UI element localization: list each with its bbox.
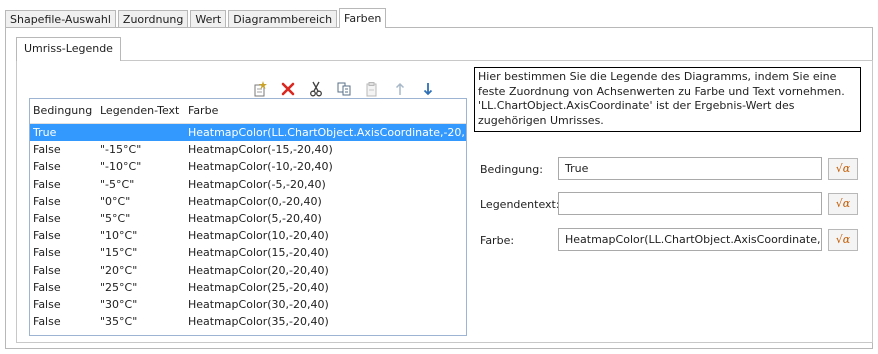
cell-bedingung: False — [33, 263, 61, 277]
cell-bedingung: False — [33, 229, 61, 243]
tab-wert[interactable]: Wert — [190, 10, 227, 27]
cell-legenden-text: "15°C" — [100, 246, 138, 260]
tab-diagrammbereich[interactable]: Diagrammbereich — [228, 10, 338, 27]
cell-farbe: HeatmapColor(5,-20,40) — [188, 211, 322, 225]
tab-shapefile-auswahl[interactable]: Shapefile-Auswahl — [5, 10, 116, 27]
new-item-icon[interactable] — [246, 78, 274, 100]
cell-bedingung: False — [33, 177, 61, 191]
cell-farbe: HeatmapColor(25,-20,40) — [188, 280, 329, 294]
cell-farbe: HeatmapColor(0,-20,40) — [188, 194, 322, 208]
cell-legenden-text: "35°C" — [100, 315, 138, 329]
paste-icon[interactable] — [358, 78, 386, 100]
cell-bedingung: True — [33, 126, 57, 139]
tab-farben[interactable]: Farben — [339, 8, 387, 28]
delete-icon[interactable] — [274, 78, 302, 100]
list-toolbar — [246, 78, 442, 100]
cell-legenden-text: "10°C" — [100, 229, 138, 243]
cell-legenden-text: "30°C" — [100, 297, 138, 311]
header-farbe[interactable]: Farbe — [185, 99, 465, 123]
cell-farbe: HeatmapColor(-10,-20,40) — [188, 160, 333, 174]
table-row[interactable]: False "5°C" HeatmapColor(5,-20,40) — [30, 210, 466, 227]
main-tab-bar: Shapefile-Auswahl Zuordnung Wert Diagram… — [5, 8, 388, 28]
cell-farbe: HeatmapColor(-5,-20,40) — [188, 177, 326, 191]
table-row[interactable]: False "15°C" HeatmapColor(15,-20,40) — [30, 244, 466, 261]
cell-farbe: HeatmapColor(35,-20,40) — [188, 315, 329, 329]
table-row[interactable]: False "10°C" HeatmapColor(10,-20,40) — [30, 227, 466, 244]
table-row[interactable]: False "20°C" HeatmapColor(20,-20,40) — [30, 262, 466, 279]
cell-bedingung: False — [33, 297, 61, 311]
cell-bedingung: False — [33, 211, 61, 225]
legendentext-label: Legendentext: — [480, 198, 560, 211]
list-rows: True HeatmapColor(LL.ChartObject.AxisCoor… — [30, 124, 466, 330]
cut-icon[interactable] — [302, 78, 330, 100]
cell-legenden-text: "25°C" — [100, 280, 138, 294]
cell-legenden-text: "5°C" — [100, 211, 131, 225]
legendentext-input[interactable] — [558, 192, 822, 215]
cell-bedingung: False — [33, 315, 61, 329]
bedingung-input[interactable]: True — [558, 157, 822, 180]
cell-bedingung: False — [33, 280, 61, 294]
legendentext-formula-button[interactable]: √α — [828, 193, 858, 215]
header-legenden-text[interactable]: Legenden-Text — [97, 99, 185, 123]
header-bedingung[interactable]: Bedingung — [30, 99, 97, 123]
table-row[interactable]: False "25°C" HeatmapColor(25,-20,40) — [30, 279, 466, 296]
farbe-formula-button[interactable]: √α — [828, 229, 858, 251]
table-row[interactable]: False "35°C" HeatmapColor(35,-20,40) — [30, 313, 466, 330]
cell-farbe: HeatmapColor(LL.ChartObject.AxisCoordina… — [188, 126, 465, 139]
cell-legenden-text: "0°C" — [100, 194, 131, 208]
cell-farbe: HeatmapColor(10,-20,40) — [188, 229, 329, 243]
table-row[interactable]: False "-10°C" HeatmapColor(-10,-20,40) — [30, 158, 466, 175]
info-text-box: Hier bestimmen Sie die Legende des Diagr… — [474, 67, 861, 132]
farbe-input[interactable]: HeatmapColor(LL.ChartObject.AxisCoordina… — [558, 228, 822, 251]
cell-legenden-text: "20°C" — [100, 263, 138, 277]
move-down-icon[interactable] — [414, 78, 442, 100]
cell-legenden-text — [97, 124, 185, 141]
cell-bedingung: False — [33, 143, 61, 157]
move-up-icon[interactable] — [386, 78, 414, 100]
tab-zuordnung[interactable]: Zuordnung — [117, 10, 189, 27]
list-header: Bedingung Legenden-Text Farbe — [30, 99, 466, 124]
table-row[interactable]: False "-15°C" HeatmapColor(-15,-20,40) — [30, 141, 466, 158]
cell-legenden-text: "-5°C" — [100, 177, 135, 191]
cell-bedingung: False — [33, 194, 61, 208]
bedingung-formula-button[interactable]: √α — [828, 158, 858, 180]
cell-farbe: HeatmapColor(-15,-20,40) — [188, 143, 333, 157]
table-row[interactable]: True HeatmapColor(LL.ChartObject.AxisCoor… — [30, 124, 466, 142]
cell-legenden-text: "-10°C" — [100, 160, 142, 174]
cell-farbe: HeatmapColor(30,-20,40) — [188, 297, 329, 311]
cell-legenden-text: "-15°C" — [100, 143, 142, 157]
bedingung-label: Bedingung: — [480, 163, 543, 176]
cell-farbe: HeatmapColor(20,-20,40) — [188, 263, 329, 277]
cell-farbe: HeatmapColor(15,-20,40) — [188, 246, 329, 260]
legend-list[interactable]: Bedingung Legenden-Text Farbe True Heatma… — [29, 98, 467, 336]
copy-icon[interactable] — [330, 78, 358, 100]
farbe-label: Farbe: — [480, 234, 515, 247]
tab-umriss-legende[interactable]: Umriss-Legende — [16, 37, 121, 61]
cell-bedingung: False — [33, 160, 61, 174]
table-row[interactable]: False "0°C" HeatmapColor(0,-20,40) — [30, 193, 466, 210]
table-row[interactable]: False "-5°C" HeatmapColor(-5,-20,40) — [30, 176, 466, 193]
cell-bedingung: False — [33, 246, 61, 260]
table-row[interactable]: False "30°C" HeatmapColor(30,-20,40) — [30, 296, 466, 313]
